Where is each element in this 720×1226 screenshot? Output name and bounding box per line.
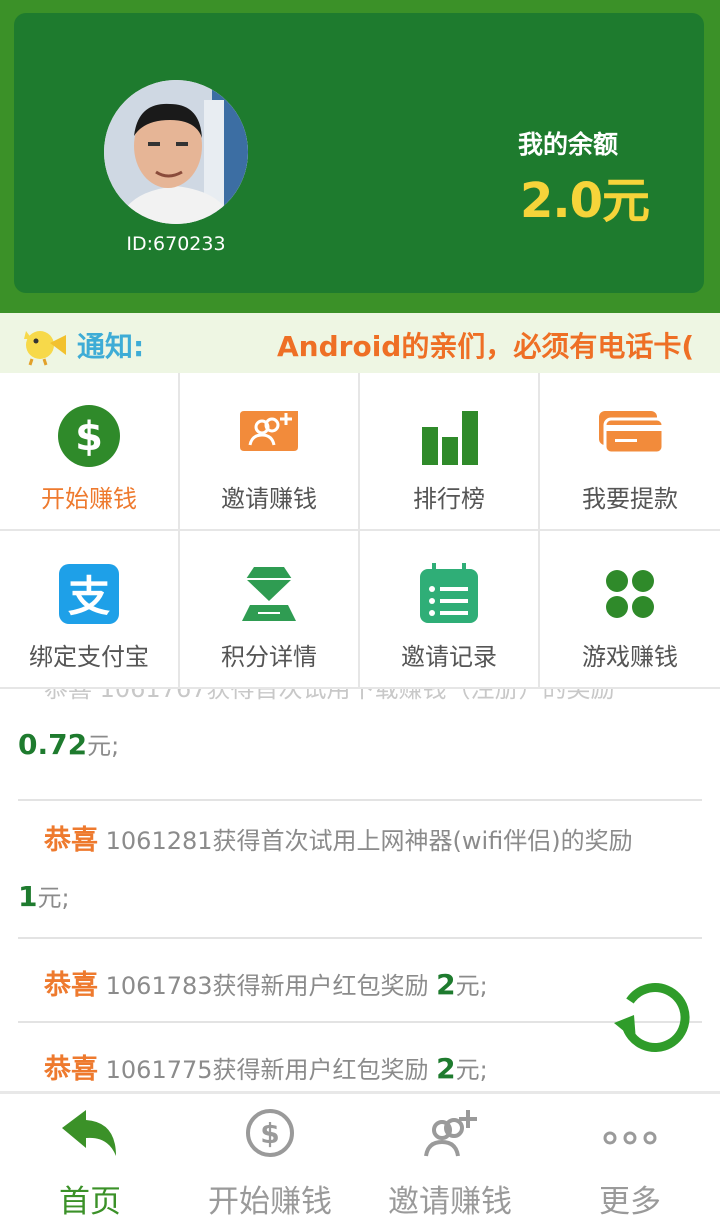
- back-arrow-icon: [62, 1110, 116, 1156]
- grid-item-label: 游戏赚钱: [582, 643, 678, 671]
- nav-label: 邀请赚钱: [388, 1184, 512, 1220]
- reward-unit: 元;: [455, 1056, 488, 1084]
- dollar-icon: $: [246, 1109, 294, 1157]
- feed-text: 1061281获得首次试用上网神器(wifi伴侣)的奖励: [105, 827, 633, 855]
- grid-item-label: 邀请赚钱: [221, 485, 317, 513]
- invite-users-icon: [424, 1110, 477, 1157]
- notice-text: Android的亲们，必须有电话卡(: [277, 330, 695, 363]
- reward-amount: 2: [436, 968, 456, 1001]
- refresh-icon[interactable]: [612, 975, 692, 1055]
- nav-item-invite-earning[interactable]: 邀请赚钱: [360, 1094, 540, 1226]
- grid-item-bind-alipay[interactable]: 支 绑定支付宝: [0, 531, 180, 689]
- feed-text: 1061783获得新用户红包奖励: [105, 972, 429, 1000]
- reward-unit: 元;: [87, 732, 120, 760]
- bottom-nav: 首页 $ 开始赚钱 邀请赚钱 更多: [0, 1091, 720, 1223]
- feed-partial-text: 恭喜 1061767获得首次试用下载赚钱（注册）的奖励: [44, 689, 615, 703]
- bar-chart-icon: [422, 411, 478, 465]
- reward-amount: 2: [436, 1052, 456, 1085]
- calendar-list-icon: [420, 563, 478, 623]
- grid-item-label: 邀请记录: [401, 643, 497, 671]
- chick-trumpet-icon: [24, 331, 66, 366]
- nav-item-start-earning[interactable]: $ 开始赚钱: [180, 1094, 360, 1226]
- svg-text:支: 支: [68, 572, 110, 621]
- function-grid: $ 开始赚钱 邀请赚钱 排行榜 我要提款 支 绑定支付宝 积分详情 邀请记录 游…: [0, 373, 720, 689]
- list-item: 恭喜 1061783获得新用户红包奖励 2元;: [18, 951, 702, 1023]
- congrats-label: 恭喜: [44, 970, 98, 1001]
- nav-label: 更多: [599, 1184, 661, 1220]
- grid-item-label: 积分详情: [221, 643, 317, 671]
- grid-item-label: 绑定支付宝: [29, 643, 149, 671]
- congrats-label: 恭喜: [44, 1054, 98, 1085]
- nav-item-home[interactable]: 首页: [0, 1094, 180, 1226]
- list-item: 恭喜 1061281获得首次试用上网神器(wifi伴侣)的奖励 1元;: [18, 813, 702, 939]
- list-item: 恭喜 1061767获得首次试用下载赚钱（注册）的奖励 0.72元;: [18, 689, 702, 801]
- account-card: ID:670233 我的余额 2.0元: [14, 13, 704, 293]
- congrats-label: 恭喜: [44, 825, 98, 856]
- grid-item-leaderboard[interactable]: 排行榜: [360, 373, 540, 531]
- notice-label: 通知:: [77, 330, 145, 363]
- nav-label: 开始赚钱: [208, 1184, 332, 1220]
- notice-bar[interactable]: 通知: Android的亲们，必须有电话卡(: [0, 313, 720, 373]
- more-dots-icon: [603, 1131, 657, 1145]
- balance-value: 2.0元: [520, 173, 650, 229]
- dollar-icon: $: [58, 405, 120, 467]
- grid-item-invite-records[interactable]: 邀请记录: [360, 531, 540, 689]
- reward-unit: 元;: [455, 972, 488, 1000]
- credit-card-icon: [599, 411, 663, 455]
- user-id: ID:670233: [126, 233, 226, 255]
- invite-users-icon: [240, 411, 298, 451]
- grid-item-start-earning[interactable]: $ 开始赚钱: [0, 373, 180, 531]
- nav-label: 首页: [59, 1184, 121, 1220]
- balance-label: 我的余额: [518, 130, 619, 159]
- reward-unit: 元;: [37, 884, 70, 912]
- reward-amount: 0.72: [18, 728, 88, 761]
- grid-item-invite-earning[interactable]: 邀请赚钱: [180, 373, 360, 531]
- grid-item-points-detail[interactable]: 积分详情: [180, 531, 360, 689]
- grid-item-withdraw[interactable]: 我要提款: [540, 373, 720, 531]
- reward-amount: 1: [18, 880, 38, 913]
- grid-item-label: 我要提款: [582, 485, 678, 513]
- alipay-icon: 支: [59, 564, 119, 624]
- svg-text:$: $: [75, 414, 103, 460]
- grid-item-label: 开始赚钱: [41, 485, 137, 513]
- diamond-icon: [242, 567, 296, 621]
- svg-text:$: $: [260, 1117, 279, 1150]
- feed-text: 1061775获得新用户红包奖励: [105, 1056, 429, 1084]
- grid-item-game-earning[interactable]: 游戏赚钱: [540, 531, 720, 689]
- nav-item-more[interactable]: 更多: [540, 1094, 720, 1226]
- avatar[interactable]: [104, 80, 248, 224]
- grid-item-label: 排行榜: [413, 485, 485, 513]
- four-dots-icon: [606, 570, 654, 618]
- list-item: 恭喜 1061775获得新用户红包奖励 2元;: [18, 1035, 702, 1091]
